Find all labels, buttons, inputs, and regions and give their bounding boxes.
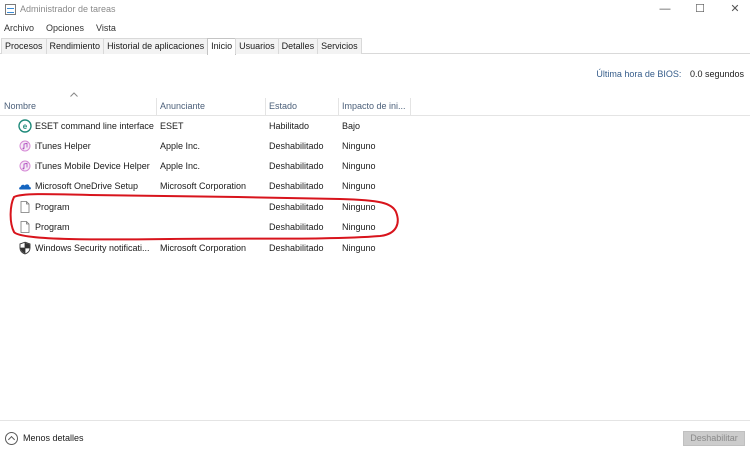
row-name: Program: [35, 222, 70, 232]
menu-opciones[interactable]: Opciones: [46, 20, 84, 36]
sort-ascending-icon: [70, 92, 78, 97]
disable-button[interactable]: Deshabilitar: [683, 431, 745, 446]
column-header-row: Nombre Anunciante Estado Impacto de ini.…: [0, 98, 750, 116]
bios-label: Última hora de BIOS:: [596, 69, 682, 79]
row-status: Deshabilitado: [269, 202, 324, 212]
table-row[interactable]: Program Deshabilitado Ninguno: [0, 197, 750, 217]
row-publisher: Apple Inc.: [160, 161, 201, 171]
tab-usuarios[interactable]: Usuarios: [235, 38, 279, 54]
less-details-link[interactable]: Menos detalles: [23, 433, 84, 443]
row-publisher: ESET: [160, 121, 184, 131]
tab-detalles[interactable]: Detalles: [277, 38, 319, 54]
minimize-button[interactable]: —: [650, 2, 680, 16]
row-status: Habilitado: [269, 121, 310, 131]
window-title: Administrador de tareas: [20, 4, 116, 14]
shield-icon: [19, 241, 31, 255]
row-status: Deshabilitado: [269, 161, 324, 171]
row-impact: Ninguno: [342, 161, 376, 171]
row-impact: Ninguno: [342, 202, 376, 212]
table-row[interactable]: e ESET command line interface ESET Habil…: [0, 116, 750, 136]
tab-historial[interactable]: Historial de aplicaciones: [103, 38, 209, 54]
menu-vista[interactable]: Vista: [96, 20, 116, 36]
table-row[interactable]: iTunes Mobile Device Helper Apple Inc. D…: [0, 156, 750, 176]
row-publisher: Apple Inc.: [160, 141, 201, 151]
bios-time: Última hora de BIOS: 0.0 segundos: [596, 69, 744, 79]
tab-procesos[interactable]: Procesos: [1, 38, 47, 54]
row-name: Microsoft OneDrive Setup: [35, 181, 139, 191]
column-header-publisher[interactable]: Anunciante: [156, 98, 264, 116]
close-button[interactable]: ✕: [720, 2, 750, 16]
svg-text:e: e: [23, 122, 28, 131]
column-header-status[interactable]: Estado: [265, 98, 337, 116]
tab-rendimiento[interactable]: Rendimiento: [45, 38, 105, 54]
row-name: Program: [35, 202, 70, 212]
row-name: iTunes Mobile Device Helper: [35, 161, 150, 171]
row-impact: Bajo: [342, 121, 361, 131]
row-publisher: Microsoft Corporation: [160, 181, 247, 191]
menu-bar: Archivo Opciones Vista: [0, 20, 750, 36]
tab-inicio[interactable]: Inicio: [207, 38, 237, 55]
title-bar: Administrador de tareas — ☐ ✕: [0, 0, 750, 20]
row-status: Deshabilitado: [269, 243, 324, 253]
table-row[interactable]: Windows Security notificati... Microsoft…: [0, 238, 750, 258]
row-name: Windows Security notificati...: [35, 243, 150, 253]
eset-icon: e: [18, 119, 32, 133]
tab-strip: Procesos Rendimiento Historial de aplica…: [0, 38, 750, 55]
row-impact: Ninguno: [342, 141, 376, 151]
file-icon: [20, 221, 30, 233]
row-impact: Ninguno: [342, 222, 376, 232]
row-impact: Ninguno: [342, 181, 376, 191]
itunes-icon: [19, 160, 31, 172]
table-row[interactable]: iTunes Helper Apple Inc. Deshabilitado N…: [0, 136, 750, 156]
row-status: Deshabilitado: [269, 141, 324, 151]
row-status: Deshabilitado: [269, 181, 324, 191]
itunes-icon: [19, 140, 31, 152]
column-header-name[interactable]: Nombre: [0, 98, 155, 116]
file-icon: [20, 201, 30, 213]
row-name: ESET command line interface: [35, 121, 154, 131]
row-publisher: Microsoft Corporation: [160, 243, 247, 253]
row-name: iTunes Helper: [35, 141, 91, 151]
maximize-button[interactable]: ☐: [685, 2, 715, 16]
column-header-impact[interactable]: Impacto de ini...: [338, 98, 410, 116]
chevron-up-circle-icon[interactable]: [5, 432, 18, 445]
column-divider[interactable]: [410, 98, 411, 116]
row-status: Deshabilitado: [269, 222, 324, 232]
footer-bar: Menos detalles Deshabilitar: [0, 420, 750, 455]
bios-value: 0.0 segundos: [689, 69, 744, 79]
menu-archivo[interactable]: Archivo: [4, 20, 34, 36]
table-row[interactable]: Microsoft OneDrive Setup Microsoft Corpo…: [0, 176, 750, 196]
row-publisher: [160, 197, 264, 217]
onedrive-icon: [19, 184, 31, 190]
row-publisher: [160, 217, 264, 237]
row-impact: Ninguno: [342, 243, 376, 253]
tab-servicios[interactable]: Servicios: [317, 38, 362, 54]
table-row[interactable]: Program Deshabilitado Ninguno: [0, 217, 750, 237]
task-manager-icon: [5, 4, 16, 15]
